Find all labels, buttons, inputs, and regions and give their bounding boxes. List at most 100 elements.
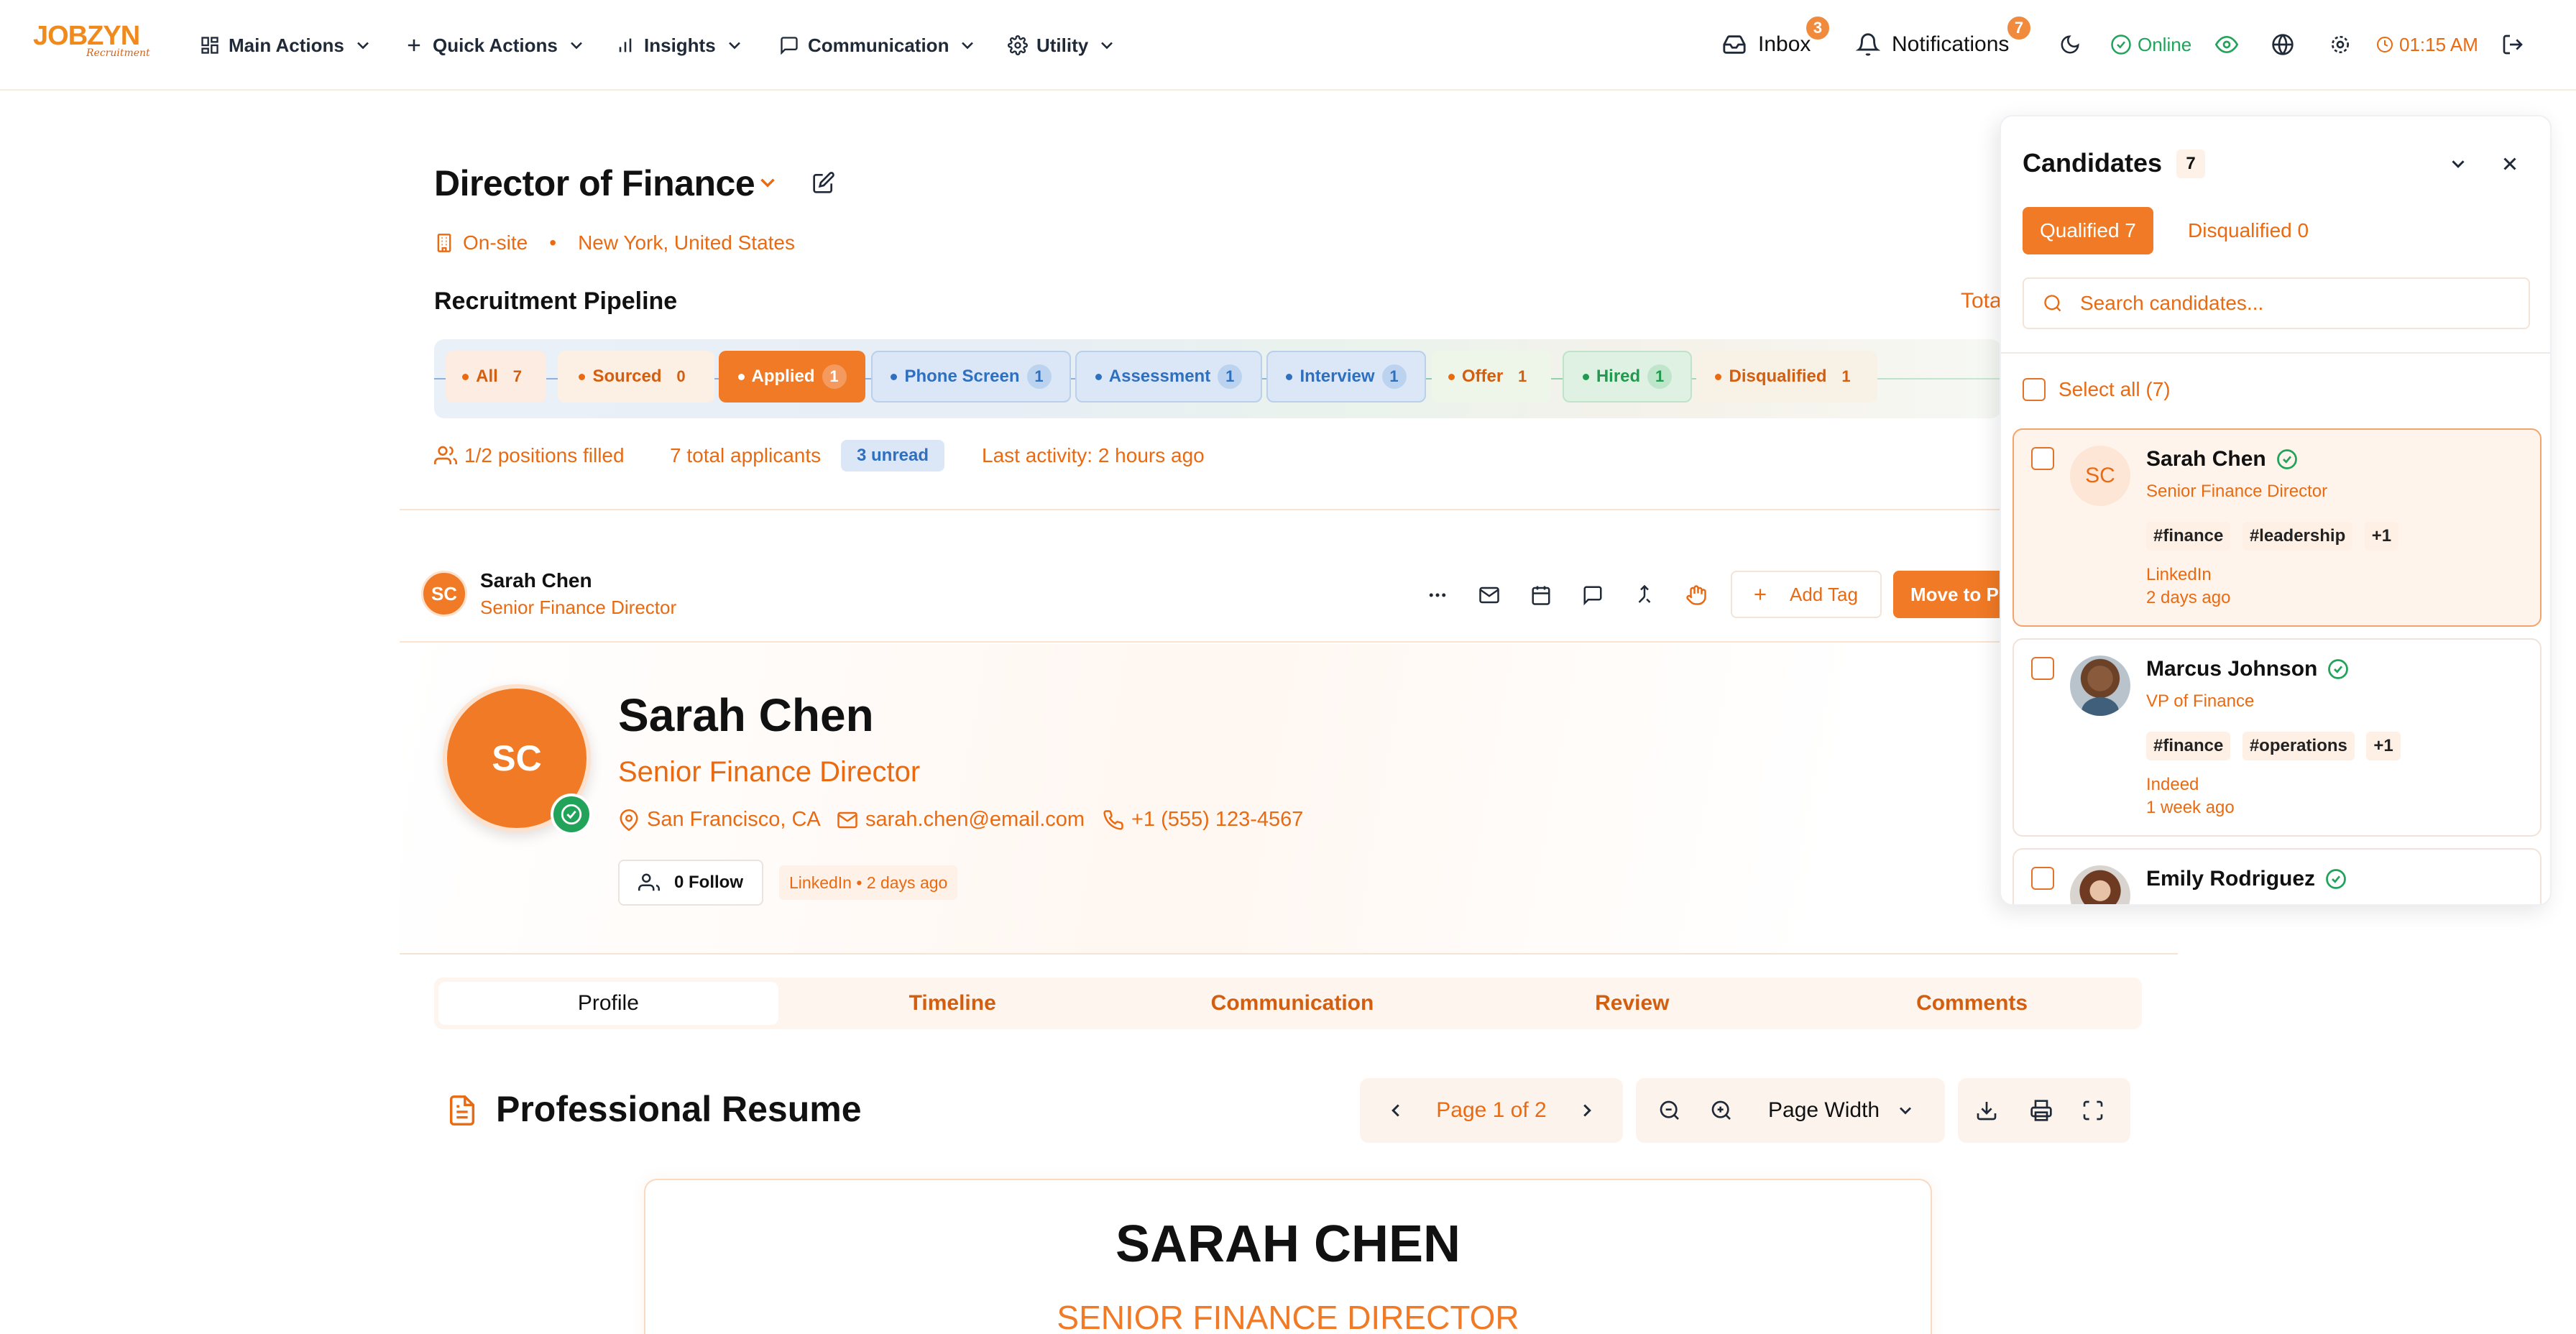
online-status-label: Online — [2138, 33, 2192, 55]
utility-label: Utility — [1036, 34, 1089, 56]
tab-qualified[interactable]: Qualified 7 — [2023, 207, 2153, 254]
zoom-in-icon — [1711, 1100, 1731, 1120]
job-work-type: On-site • New York, United States — [434, 231, 795, 254]
positions-filled-label: 1/2 positions filled — [464, 444, 625, 466]
clock-icon — [2377, 37, 2393, 52]
collapse-panel-button[interactable] — [2442, 148, 2474, 180]
stage-phone-screen[interactable]: Phone Screen 1 — [871, 351, 1071, 402]
profile-phone[interactable]: +1 (555) 123-4567 — [1103, 808, 1303, 832]
tab-review[interactable]: Review — [1462, 978, 1802, 1029]
add-tag-button[interactable]: Add Tag — [1731, 571, 1882, 618]
inbox-button[interactable]: Inbox — [1722, 24, 1811, 65]
profile-email[interactable]: sarah.chen@email.com — [837, 808, 1085, 832]
divider — [400, 509, 2178, 510]
fullscreen-button[interactable] — [2067, 1078, 2119, 1143]
stage-applied[interactable]: Applied 1 — [719, 351, 865, 402]
select-all[interactable]: Select all (7) — [2023, 378, 2171, 401]
merge-button[interactable] — [1629, 579, 1660, 611]
tag[interactable]: #finance — [2146, 732, 2231, 760]
language-button[interactable] — [2270, 24, 2296, 65]
stage-all[interactable]: All 7 — [446, 351, 546, 402]
candidate-role: Senior Finance Director — [480, 597, 677, 618]
logo-text: JOBZYN — [33, 21, 140, 51]
select-all-checkbox[interactable] — [2023, 378, 2046, 401]
tag-more[interactable]: +1 — [2364, 522, 2399, 551]
download-button[interactable] — [1958, 1078, 2015, 1143]
zoom-out-button[interactable] — [1636, 1078, 1703, 1143]
move-stage-button[interactable]: Move to Ph — [1893, 571, 2008, 618]
candidate-checkbox[interactable] — [2031, 447, 2054, 470]
stage-offer[interactable]: Offer 1 — [1432, 351, 1551, 402]
communication-menu[interactable]: Communication — [779, 29, 978, 62]
tab-communication[interactable]: Communication — [1123, 978, 1463, 1029]
total-label: Tota — [1961, 289, 2002, 313]
tag-more[interactable]: +1 — [2366, 732, 2401, 760]
search-input[interactable]: Search candidates... — [2023, 277, 2530, 329]
tab-profile[interactable]: Profile — [438, 982, 778, 1025]
zoom-in-button[interactable] — [1703, 1078, 1739, 1143]
tab-comments[interactable]: Comments — [1802, 978, 2142, 1029]
stage-interview[interactable]: Interview 1 — [1266, 351, 1426, 402]
globe-icon — [2272, 34, 2294, 55]
tag[interactable]: #finance — [2146, 522, 2231, 551]
zoom-out-icon — [1660, 1100, 1679, 1120]
separator-dot: • — [549, 231, 557, 254]
resume-heading: Professional Resume — [496, 1089, 862, 1129]
candidate-checkbox[interactable] — [2031, 657, 2054, 680]
hand-icon — [1686, 585, 1706, 605]
more-options-button[interactable] — [1422, 579, 1453, 611]
tab-timeline[interactable]: Timeline — [783, 978, 1123, 1029]
follow-button[interactable]: 0 Follow — [618, 860, 763, 906]
prev-page-button[interactable] — [1360, 1078, 1432, 1143]
stage-label: Disqualified — [1729, 367, 1827, 386]
email-button[interactable] — [1473, 579, 1505, 611]
profile-name: Sarah Chen — [618, 689, 874, 741]
stage-assessment[interactable]: Assessment 1 — [1075, 351, 1262, 402]
dark-mode-toggle[interactable] — [2057, 24, 2083, 65]
job-switch-dropdown[interactable] — [755, 170, 781, 196]
edit-icon — [813, 172, 834, 193]
insights-menu[interactable]: Insights — [615, 29, 745, 62]
chevron-down-icon — [2452, 160, 2465, 168]
close-panel-button[interactable] — [2494, 148, 2526, 180]
logout-button[interactable] — [2500, 24, 2526, 65]
print-button[interactable] — [2015, 1078, 2067, 1143]
notifications-count-badge: 7 — [2005, 14, 2033, 42]
next-page-button[interactable] — [1551, 1078, 1623, 1143]
zoom-select[interactable]: Page Width — [1739, 1098, 1915, 1123]
tab-disqualified[interactable]: Disqualified 0 — [2181, 207, 2316, 254]
hand-raise-button[interactable] — [1680, 579, 1712, 611]
select-all-label: Select all (7) — [2058, 378, 2171, 400]
quick-actions-menu[interactable]: Quick Actions — [404, 29, 586, 62]
message-square-icon — [781, 37, 798, 55]
online-status[interactable]: Online — [2110, 24, 2191, 65]
unread-badge[interactable]: 3 unread — [841, 440, 945, 472]
settings-button[interactable] — [2327, 24, 2353, 65]
candidate-source: Indeed — [2146, 775, 2199, 794]
stage-disqualified[interactable]: Disqualified 1 — [1696, 351, 1877, 402]
utility-menu[interactable]: Utility — [1008, 29, 1117, 62]
stage-hired[interactable]: Hired 1 — [1563, 351, 1692, 402]
merge-icon — [1638, 584, 1651, 603]
stage-count: 7 — [512, 367, 522, 385]
candidate-card[interactable]: Marcus Johnson VP of Finance #finance #o… — [2012, 638, 2542, 837]
notifications-button[interactable]: Notifications — [1856, 24, 2009, 65]
chevron-down-icon — [1101, 42, 1113, 50]
main-actions-menu[interactable]: Main Actions — [200, 29, 373, 62]
tag[interactable]: #leadership — [2242, 522, 2353, 551]
tag[interactable]: #operations — [2242, 732, 2355, 760]
mail-icon — [837, 811, 857, 828]
message-button[interactable] — [1577, 579, 1609, 611]
candidate-checkbox[interactable] — [2031, 867, 2054, 890]
stage-count: 1 — [1026, 364, 1052, 389]
avatar: SC — [2070, 446, 2130, 506]
stage-sourced[interactable]: Sourced 0 — [558, 351, 714, 402]
email-text: sarah.chen@email.com — [865, 808, 1085, 831]
candidate-card[interactable]: Emily Rodriguez — [2012, 848, 2542, 904]
edit-job-button[interactable] — [811, 170, 837, 196]
visibility-toggle[interactable] — [2214, 24, 2240, 65]
stage-count: 1 — [822, 364, 847, 389]
schedule-button[interactable] — [1525, 579, 1557, 611]
candidate-card[interactable]: SC Sarah Chen Senior Finance Director #f… — [2012, 428, 2542, 627]
jobzyn-logo[interactable]: JOBZYN Recruitment — [33, 21, 150, 62]
